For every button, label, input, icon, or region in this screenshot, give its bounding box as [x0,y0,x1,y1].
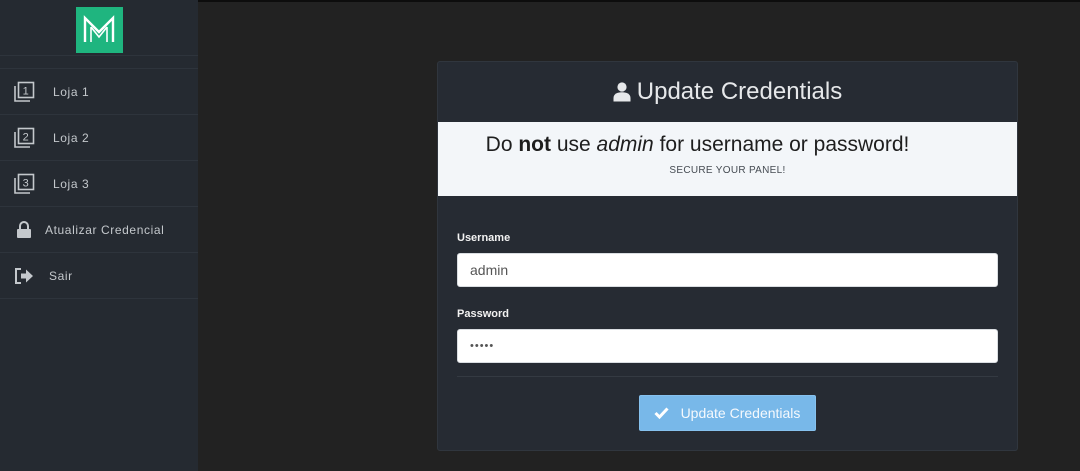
username-label: Username [457,232,511,244]
sidebar-item-atualizar-credencial[interactable]: Atualizar Credencial [0,207,198,253]
credentials-form: Username Password Update Credentials [438,196,1017,431]
sidebar: 1 Loja 1 2 Loja 2 3 Loja 3 Atualizar Cre… [0,0,198,471]
user-icon [613,82,631,102]
store-2-icon: 2 [13,127,35,149]
sidebar-item-label: Loja 3 [53,176,90,191]
warning-italic: admin [596,133,654,156]
password-input[interactable] [457,329,998,363]
store-3-icon: 3 [13,173,35,195]
logo-m-icon [83,14,115,42]
sidebar-divider [0,55,198,69]
password-label: Password [457,308,509,320]
panel-title: Update Credentials [636,78,843,105]
warning-subtitle: SECURE YOUR PANEL! [669,165,786,176]
svg-text:3: 3 [23,177,30,189]
username-input[interactable] [457,253,998,287]
logo-area [0,0,198,55]
update-credentials-button[interactable]: Update Credentials [638,395,816,431]
svg-text:2: 2 [23,131,30,143]
update-credentials-label: Update Credentials [680,405,801,421]
sidebar-item-label: Atualizar Credencial [45,222,165,237]
sidebar-item-label: Loja 2 [53,130,90,145]
panel-header: Update Credentials [438,62,1017,122]
warning-bold: not [518,133,551,156]
form-divider [457,376,998,377]
sidebar-item-sair[interactable]: Sair [0,253,198,299]
sign-out-icon [13,265,35,287]
update-credentials-panel: Update Credentials Do not use admin for … [437,61,1018,451]
sidebar-item-label: Loja 1 [53,84,90,99]
warning-banner: Do not use admin for username or passwor… [438,122,1017,196]
sidebar-item-loja-3[interactable]: 3 Loja 3 [0,161,198,207]
sidebar-item-loja-2[interactable]: 2 Loja 2 [0,115,198,161]
store-1-icon: 1 [13,81,35,103]
warning-message: Do not use admin for username or passwor… [485,133,910,156]
lock-icon [13,219,35,241]
sidebar-item-label: Sair [49,268,73,283]
sidebar-item-loja-1[interactable]: 1 Loja 1 [0,69,198,115]
logo[interactable] [75,6,123,53]
svg-text:1: 1 [23,85,30,97]
check-icon [654,407,669,419]
